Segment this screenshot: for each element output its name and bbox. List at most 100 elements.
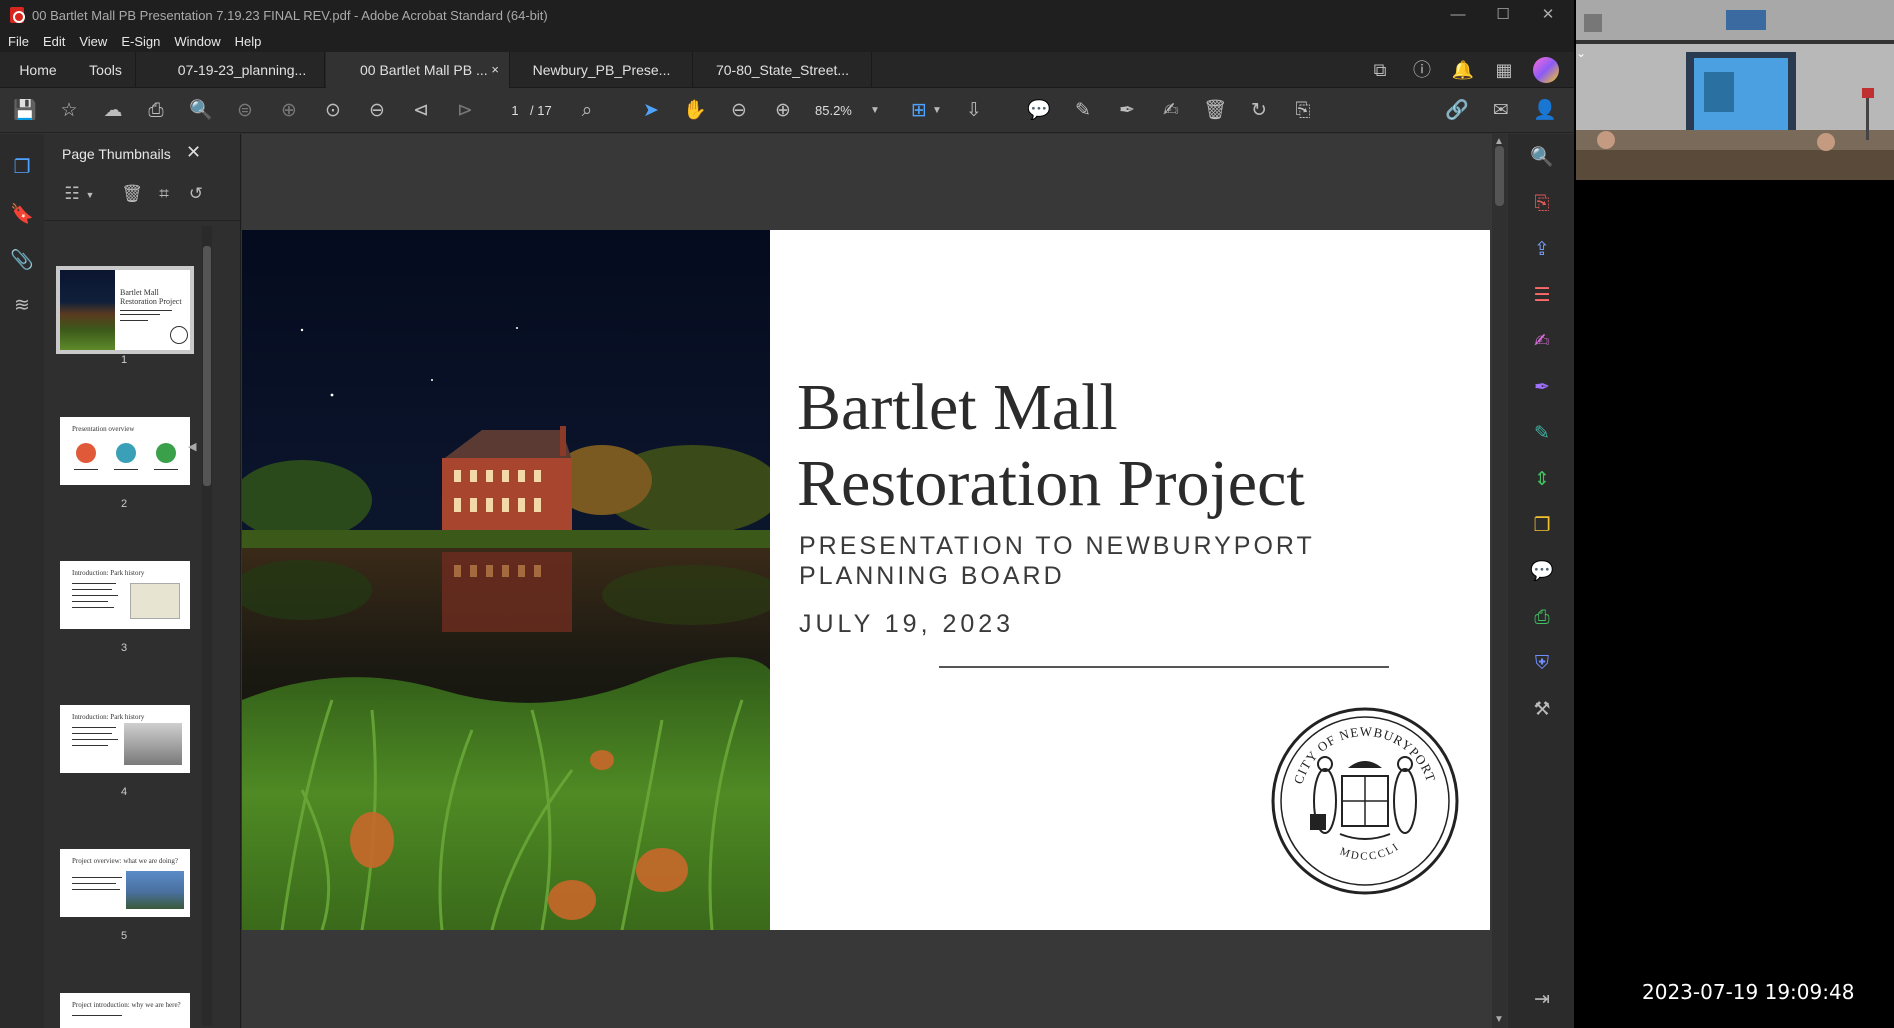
collapse-left-panel-icon[interactable]: ◀ — [188, 440, 196, 453]
hand-tool-icon[interactable]: ✋ — [682, 99, 708, 123]
find-zoom-icon[interactable]: 🔍 — [188, 99, 214, 123]
thumbnail-scroll-thumb[interactable] — [203, 246, 211, 486]
thumb-circle — [116, 443, 136, 463]
document-view[interactable]: Bartlet Mall Restoration Project PRESENT… — [242, 134, 1506, 1028]
left-navigation-rail: ❐ 🔖 📎 ≋ — [0, 134, 44, 1028]
menu-view[interactable]: View — [79, 34, 107, 49]
protect-shield-icon[interactable]: ⛨ — [1530, 652, 1554, 676]
zoom-out-icon[interactable]: ⊖ — [726, 99, 752, 123]
menu-edit[interactable]: Edit — [43, 34, 65, 49]
thumbnail-page-6[interactable]: Project introduction: why we are here? — [60, 993, 190, 1028]
webcam-dropdown-icon[interactable]: ⌄ — [1576, 46, 1586, 60]
scroll-mode-icon[interactable]: ⊖ — [364, 99, 390, 123]
menu-help[interactable]: Help — [235, 34, 262, 49]
thumbnail-scrollbar[interactable] — [202, 226, 212, 1026]
fill-sign-icon[interactable]: ✍ — [1158, 99, 1184, 123]
expand-right-panel-icon[interactable]: ⇥ — [1530, 988, 1554, 1012]
highlight-pen-icon[interactable]: ✎ — [1070, 99, 1096, 123]
thumbnail-page-2[interactable]: Presentation overview — [60, 417, 190, 485]
menu-window[interactable]: Window — [174, 34, 220, 49]
page-fit-icon[interactable]: ⊞ — [906, 99, 932, 123]
zoom-dropdown-icon[interactable]: ▼ — [870, 101, 880, 121]
delete-page-icon[interactable]: 🗑 — [120, 184, 144, 208]
scrolling-mode-icon[interactable]: ⇩ — [961, 99, 987, 123]
comment-tool-icon[interactable]: 💬 — [1530, 560, 1554, 584]
bookmark-star-icon[interactable]: ☆ — [56, 99, 82, 123]
tab-document-planning[interactable]: 07-19-23_planning... — [160, 52, 325, 88]
tab-home[interactable]: Home — [0, 52, 76, 88]
export-pdf-icon[interactable]: ⇪ — [1530, 238, 1554, 262]
marquee-zoom-icon[interactable]: ⌕ — [574, 99, 600, 123]
scroll-down-icon[interactable]: ▼ — [1494, 1014, 1504, 1025]
draw-tool-icon[interactable]: ✒ — [1114, 99, 1140, 123]
link-share-icon[interactable]: 🔗 — [1444, 99, 1470, 123]
comment-icon[interactable]: 💬 — [1026, 99, 1052, 123]
bookmarks-icon[interactable]: 🔖 — [10, 202, 34, 226]
upload-cloud-icon[interactable]: ☁ — [100, 99, 126, 123]
search-zoom-icon[interactable]: 🔍 — [1530, 146, 1554, 170]
menu-file[interactable]: File — [8, 34, 29, 49]
tab-document-state-street[interactable]: 70-80_State_Street... — [694, 52, 872, 88]
page-thumbnails-icon[interactable]: ❐ — [10, 156, 34, 180]
options-dropdown-icon[interactable]: ▼ — [78, 190, 102, 214]
maximize-button[interactable]: ☐ — [1488, 4, 1518, 26]
email-icon[interactable]: ✉ — [1488, 99, 1514, 123]
organize-pages-icon[interactable]: ☰ — [1530, 284, 1554, 308]
page-fit-dropdown-icon[interactable]: ▼ — [932, 101, 942, 121]
edit-pdf-icon[interactable]: ✎ — [1530, 422, 1554, 446]
extract-pdf-icon[interactable]: ⎘ — [1290, 99, 1316, 123]
print-icon[interactable]: ⎙ — [143, 99, 169, 123]
save-icon[interactable]: 💾 — [12, 99, 38, 123]
more-tools-icon[interactable]: ⚒ — [1530, 698, 1554, 722]
page-number-input[interactable]: 1 — [500, 101, 530, 121]
tab-document-bartlet-mall[interactable]: 00 Bartlet Mall PB ... × — [326, 52, 510, 88]
attachments-paperclip-icon[interactable]: 📎 — [10, 248, 34, 272]
menu-esign[interactable]: E-Sign — [121, 34, 160, 49]
previous-page-icon[interactable]: ⊕ — [276, 99, 302, 123]
create-pdf-icon[interactable]: ⎘ — [1530, 192, 1554, 216]
video-timestamp: 2023-07-19 19:09:48 — [1642, 980, 1855, 1004]
document-scroll-thumb[interactable] — [1495, 146, 1504, 206]
apps-grid-icon[interactable]: ▦ — [1492, 59, 1516, 81]
help-icon[interactable]: ⓘ — [1410, 59, 1434, 81]
next-page-icon[interactable]: ⊙ — [320, 99, 346, 123]
close-tab-icon[interactable]: × — [491, 52, 499, 88]
notifications-bell-icon[interactable]: 🔔 — [1451, 59, 1475, 81]
thumbnail-page-5[interactable]: Project overview: what we are doing? — [60, 849, 190, 917]
request-signature-icon[interactable]: ✍ — [1530, 330, 1554, 354]
share-screen-icon[interactable]: ⧉ — [1368, 59, 1392, 81]
thumb-text-line — [72, 595, 118, 596]
thumb-text-line — [72, 733, 112, 734]
user-avatar[interactable] — [1533, 57, 1559, 83]
panel-divider — [44, 220, 240, 221]
combine-files-icon[interactable]: ❐ — [1530, 514, 1554, 538]
compress-pdf-icon[interactable]: ⇕ — [1530, 468, 1554, 492]
rotate-icon[interactable]: ↻ — [1246, 99, 1272, 123]
delete-trash-icon[interactable]: 🗑 — [1202, 99, 1228, 123]
page-total: / 17 — [530, 103, 552, 118]
back-arrow-icon[interactable]: ⊲ — [408, 99, 434, 123]
close-window-button[interactable]: ✕ — [1533, 4, 1563, 26]
rotate-page-icon[interactable]: ↺ — [184, 184, 208, 208]
close-panel-icon[interactable]: ✕ — [186, 142, 201, 163]
minimize-button[interactable]: — — [1443, 4, 1473, 26]
thumbnail-page-3[interactable]: Introduction: Park history — [60, 561, 190, 629]
thumb-text-line — [72, 589, 112, 590]
scan-ocr-icon[interactable]: ⎙ — [1530, 606, 1554, 630]
add-user-icon[interactable]: 👤 — [1532, 99, 1558, 123]
forward-arrow-icon[interactable]: ⊳ — [452, 99, 478, 123]
fill-and-sign-icon[interactable]: ✒ — [1530, 376, 1554, 400]
tab-tools[interactable]: Tools — [76, 52, 136, 88]
layers-icon[interactable]: ≋ — [10, 294, 34, 318]
thumbnail-heading: Project introduction: why we are here? — [72, 1001, 181, 1009]
select-cursor-icon[interactable]: ➤ — [638, 99, 664, 123]
zoom-level[interactable]: 85.2% — [815, 101, 852, 121]
thumbnail-page-1[interactable]: Bartlet Mall Restoration Project — [56, 266, 194, 354]
extract-page-icon[interactable]: ⌗ — [152, 184, 176, 208]
tab-document-newbury-pb[interactable]: Newbury_PB_Prese... — [511, 52, 693, 88]
page-up-disabled-icon[interactable]: ⊜ — [232, 99, 258, 123]
document-scrollbar[interactable]: ▲ ▼ — [1492, 134, 1506, 1028]
zoom-in-icon[interactable]: ⊕ — [770, 99, 796, 123]
thumbnail-heading: Bartlet Mall Restoration Project — [120, 288, 182, 306]
thumbnail-page-4[interactable]: Introduction: Park history — [60, 705, 190, 773]
